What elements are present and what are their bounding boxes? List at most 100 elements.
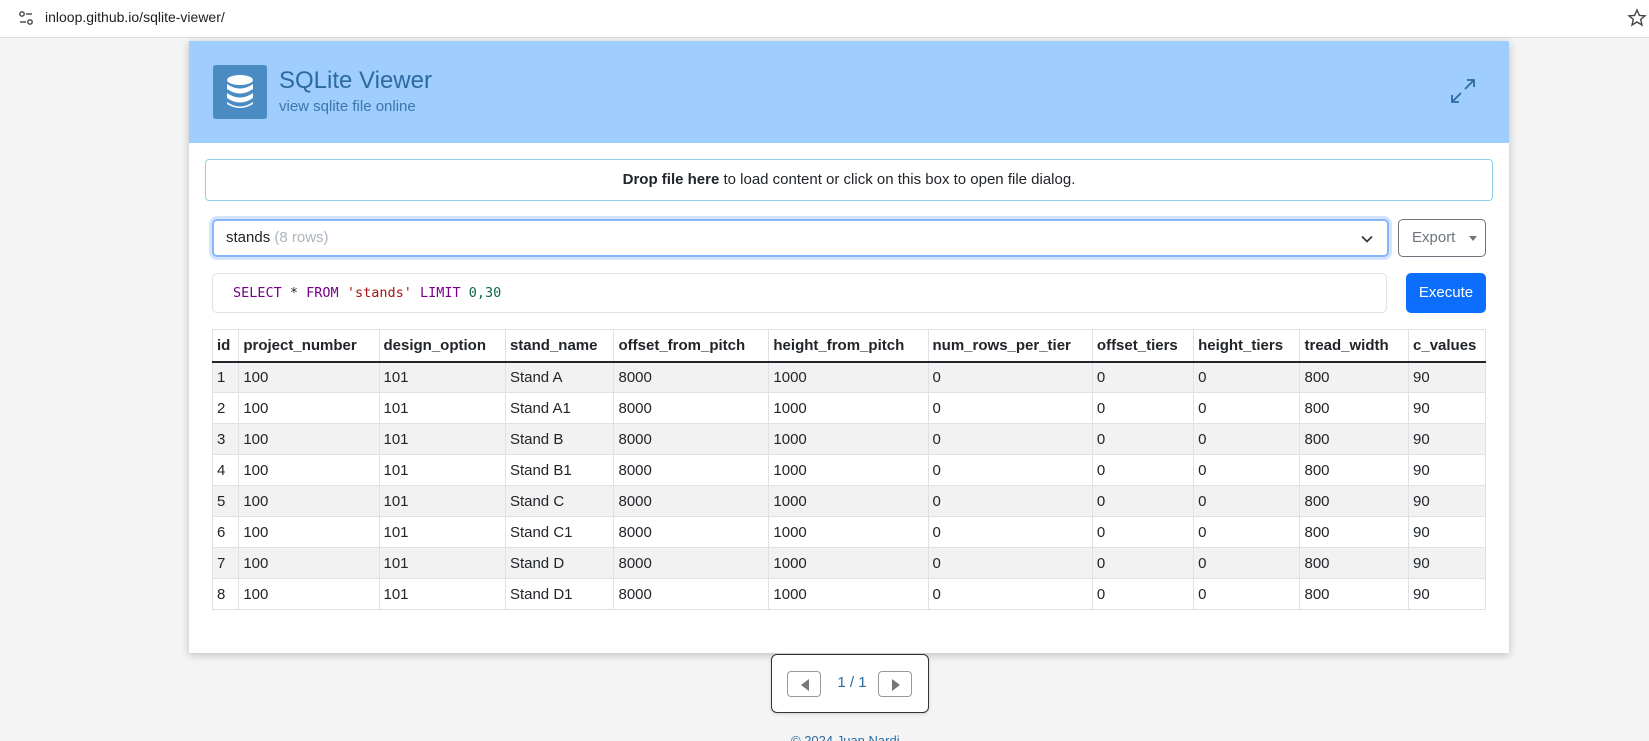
- table-cell: 800: [1299, 423, 1410, 455]
- table-cell: 90: [1408, 578, 1486, 610]
- table-cell: 101: [378, 547, 506, 579]
- table-cell: 0: [927, 423, 1093, 455]
- table-cell: Stand A1: [504, 392, 615, 424]
- page-indicator: 1 / 1: [837, 674, 867, 691]
- table-select[interactable]: stands (8 rows): [212, 219, 1389, 257]
- table-cell: 0: [1091, 454, 1195, 486]
- table-cell: 7: [211, 547, 240, 579]
- table-cell: 90: [1408, 454, 1486, 486]
- drop-zone-bold-text: Drop file here: [622, 171, 720, 188]
- sql-keyword-select: SELECT: [233, 285, 282, 301]
- table-cell: 101: [378, 485, 506, 517]
- table-cell: 0: [1091, 361, 1195, 393]
- table-cell: 100: [238, 454, 380, 486]
- table-cell: 0: [1193, 578, 1301, 610]
- table-cell: 3: [211, 423, 240, 455]
- table-cell: 1000: [768, 423, 929, 455]
- table-header-row: id project_number design_option stand_name o…: [211, 329, 1486, 363]
- export-button-label: Export: [1412, 229, 1456, 246]
- table-cell: 0: [1091, 392, 1195, 424]
- table-cell: 0: [1193, 485, 1301, 517]
- sql-limit-value: 0,30: [468, 285, 502, 301]
- table-cell: 1000: [768, 454, 929, 486]
- table-row: 7 100 101 Stand D 8000 1000 0 0 0 800 90: [211, 547, 1486, 579]
- export-button[interactable]: Export: [1398, 219, 1486, 257]
- drop-zone-text: to load content or click on this box to …: [719, 171, 1076, 188]
- column-header-project-number: project_number: [238, 329, 380, 363]
- table-cell: 100: [238, 578, 380, 610]
- results-table: id project_number design_option stand_name o…: [211, 329, 1486, 610]
- table-cell: 800: [1299, 392, 1410, 424]
- app-header: SQLite Viewer view sqlite file online: [189, 41, 1509, 143]
- sql-query-editor[interactable]: SELECT * FROM 'stands' LIMIT 0,30: [212, 273, 1387, 313]
- table-cell: 90: [1408, 423, 1486, 455]
- table-cell: 100: [238, 423, 380, 455]
- table-cell: Stand B1: [504, 454, 615, 486]
- table-row: 3 100 101 Stand B 8000 1000 0 0 0 800 90: [211, 423, 1486, 455]
- table-cell: 8000: [613, 454, 770, 486]
- triangle-left-icon: [801, 679, 809, 691]
- table-cell: Stand D1: [504, 578, 615, 610]
- chevron-down-icon: [1361, 235, 1373, 243]
- table-cell: 0: [927, 361, 1093, 393]
- table-cell: 0: [927, 516, 1093, 548]
- table-cell: 90: [1408, 361, 1486, 393]
- table-cell: 100: [238, 392, 380, 424]
- table-cell: 1000: [768, 578, 929, 610]
- bookmark-star-icon[interactable]: [1627, 8, 1647, 28]
- expand-fullscreen-icon[interactable]: [1449, 77, 1477, 105]
- table-cell: 8000: [613, 392, 770, 424]
- table-row: 8 100 101 Stand D1 8000 1000 0 0 0 800 90: [211, 578, 1486, 610]
- table-cell: 800: [1299, 578, 1410, 610]
- sql-star: *: [281, 285, 307, 301]
- table-cell: 90: [1408, 547, 1486, 579]
- table-cell: 1: [211, 361, 240, 393]
- url-text[interactable]: inloop.github.io/sqlite-viewer/: [45, 9, 225, 25]
- triangle-right-icon: [892, 679, 900, 691]
- sql-table-literal: 'stands': [346, 285, 412, 301]
- table-cell: 2: [211, 392, 240, 424]
- table-cell: 800: [1299, 485, 1410, 517]
- table-cell: Stand C1: [504, 516, 615, 548]
- table-cell: 0: [927, 485, 1093, 517]
- table-row-count: (8 rows): [274, 229, 329, 246]
- column-header-tread-width: tread_width: [1299, 329, 1410, 363]
- table-cell: 8: [211, 578, 240, 610]
- site-info-icon[interactable]: [18, 10, 34, 26]
- table-row: 4 100 101 Stand B1 8000 1000 0 0 0 800 90: [211, 454, 1486, 486]
- table-cell: Stand C: [504, 485, 615, 517]
- table-cell: 0: [1091, 547, 1195, 579]
- column-header-design-option: design_option: [378, 329, 506, 363]
- sql-keyword-limit: LIMIT: [420, 285, 461, 301]
- browser-address-bar: inloop.github.io/sqlite-viewer/: [0, 0, 1649, 38]
- file-drop-zone[interactable]: Drop file here to load content or click …: [205, 159, 1493, 201]
- table-cell: 100: [238, 361, 380, 393]
- table-cell: 0: [927, 578, 1093, 610]
- table-cell: 0: [1193, 547, 1301, 579]
- prev-page-button[interactable]: [787, 671, 821, 697]
- database-logo-icon: [213, 65, 267, 119]
- table-cell: 90: [1408, 392, 1486, 424]
- table-cell: 0: [1091, 423, 1195, 455]
- table-row: 6 100 101 Stand C1 8000 1000 0 0 0 800 90: [211, 516, 1486, 548]
- app-subtitle: view sqlite file online: [279, 98, 416, 115]
- table-cell: 8000: [613, 361, 770, 393]
- column-header-c-values: c_values: [1408, 329, 1486, 363]
- table-cell: 800: [1299, 361, 1410, 393]
- table-cell: 90: [1408, 516, 1486, 548]
- table-cell: 1000: [768, 361, 929, 393]
- table-cell: 1000: [768, 547, 929, 579]
- footer-text: © 2024 Juan Nardi...: [791, 733, 911, 741]
- table-cell: 0: [1193, 454, 1301, 486]
- next-page-button[interactable]: [878, 671, 912, 697]
- execute-button[interactable]: Execute: [1406, 273, 1486, 313]
- column-header-num-rows-per-tier: num_rows_per_tier: [927, 329, 1093, 363]
- table-cell: 0: [927, 454, 1093, 486]
- table-cell: 101: [378, 361, 506, 393]
- table-cell: 101: [378, 392, 506, 424]
- table-select-value: stands: [226, 229, 271, 246]
- table-cell: 0: [1193, 361, 1301, 393]
- table-cell: 101: [378, 454, 506, 486]
- table-cell: 0: [1193, 516, 1301, 548]
- table-cell: 8000: [613, 423, 770, 455]
